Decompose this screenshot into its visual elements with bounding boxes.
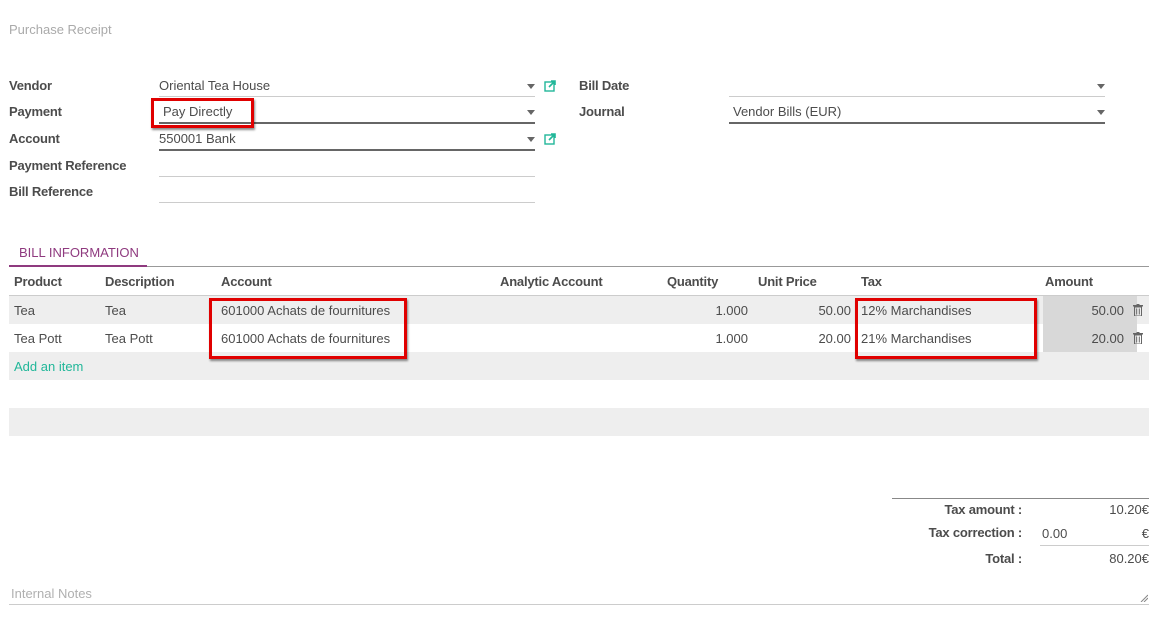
amount-cell: 20.00 bbox=[1091, 331, 1124, 346]
internal-notes-placeholder: Internal Notes bbox=[11, 586, 92, 601]
external-link-icon[interactable] bbox=[544, 133, 556, 145]
column-header-quantity[interactable]: Quantity bbox=[667, 274, 718, 289]
amount-cell: 50.00 bbox=[1091, 303, 1124, 318]
tax-correction-input[interactable]: 0.00 € bbox=[1040, 525, 1149, 546]
bill-date-label: Bill Date bbox=[579, 78, 630, 93]
chevron-down-icon[interactable] bbox=[527, 84, 535, 89]
column-header-product[interactable]: Product bbox=[14, 274, 62, 289]
tax-amount-label: Tax amount : bbox=[944, 502, 1022, 517]
payment-label: Payment bbox=[9, 104, 62, 119]
tax-correction-label: Tax correction : bbox=[928, 525, 1023, 540]
tab-active-indicator bbox=[9, 265, 147, 267]
journal-value: Vendor Bills (EUR) bbox=[733, 104, 842, 119]
product-cell: Tea bbox=[14, 303, 35, 318]
unit-price-cell: 50.00 bbox=[818, 303, 851, 318]
add-item-link[interactable]: Add an item bbox=[14, 359, 83, 374]
empty-row bbox=[9, 380, 1149, 408]
highlight-box bbox=[209, 298, 407, 359]
form-title: Purchase Receipt bbox=[9, 22, 112, 37]
vendor-value: Oriental Tea House bbox=[159, 78, 271, 93]
resize-handle-icon[interactable] bbox=[1140, 594, 1148, 602]
column-header-amount[interactable]: Amount bbox=[1045, 274, 1093, 289]
account-field[interactable]: 550001 Bank bbox=[159, 130, 535, 151]
vendor-label: Vendor bbox=[9, 78, 52, 93]
chevron-down-icon[interactable] bbox=[527, 110, 535, 115]
column-header-description[interactable]: Description bbox=[105, 274, 175, 289]
trash-icon[interactable] bbox=[1133, 304, 1143, 316]
column-header-unit-price[interactable]: Unit Price bbox=[758, 274, 817, 289]
bill-reference-label: Bill Reference bbox=[9, 184, 93, 199]
external-link-icon[interactable] bbox=[544, 80, 556, 92]
total-label: Total : bbox=[985, 551, 1022, 566]
empty-row bbox=[9, 408, 1149, 436]
product-cell: Tea Pott bbox=[14, 331, 62, 346]
column-header-account[interactable]: Account bbox=[221, 274, 272, 289]
journal-label: Journal bbox=[579, 104, 625, 119]
unit-price-cell: 20.00 bbox=[818, 331, 851, 346]
chevron-down-icon[interactable] bbox=[527, 137, 535, 142]
bill-date-field[interactable] bbox=[729, 77, 1105, 97]
journal-field[interactable]: Vendor Bills (EUR) bbox=[729, 103, 1105, 124]
total-value: 80.20€ bbox=[1109, 551, 1149, 566]
account-value: 550001 Bank bbox=[159, 131, 236, 146]
tab-divider bbox=[9, 266, 1149, 267]
chevron-down-icon[interactable] bbox=[1097, 110, 1105, 115]
quantity-cell: 1.000 bbox=[715, 303, 748, 318]
vendor-field[interactable]: Oriental Tea House bbox=[159, 77, 535, 97]
column-header-analytic-account[interactable]: Analytic Account bbox=[500, 274, 603, 289]
description-cell: Tea bbox=[105, 303, 126, 318]
tax-correction-value: 0.00 bbox=[1042, 526, 1068, 541]
trash-icon[interactable] bbox=[1133, 332, 1143, 344]
quantity-cell: 1.000 bbox=[715, 331, 748, 346]
account-label: Account bbox=[9, 131, 60, 146]
highlight-box bbox=[855, 298, 1037, 359]
internal-notes-input[interactable]: Internal Notes bbox=[9, 584, 1149, 605]
bill-reference-input[interactable] bbox=[159, 183, 535, 203]
description-cell: Tea Pott bbox=[105, 331, 153, 346]
payment-reference-label: Payment Reference bbox=[9, 158, 127, 173]
highlight-box bbox=[151, 98, 254, 128]
tab-bill-information[interactable]: BILL INFORMATION bbox=[19, 245, 139, 260]
payment-reference-input[interactable] bbox=[159, 157, 535, 177]
tax-correction-currency: € bbox=[1141, 526, 1149, 541]
tax-amount-value: 10.20€ bbox=[1109, 502, 1149, 517]
column-header-tax[interactable]: Tax bbox=[861, 274, 882, 289]
chevron-down-icon[interactable] bbox=[1097, 84, 1105, 89]
totals-divider bbox=[892, 498, 1149, 499]
